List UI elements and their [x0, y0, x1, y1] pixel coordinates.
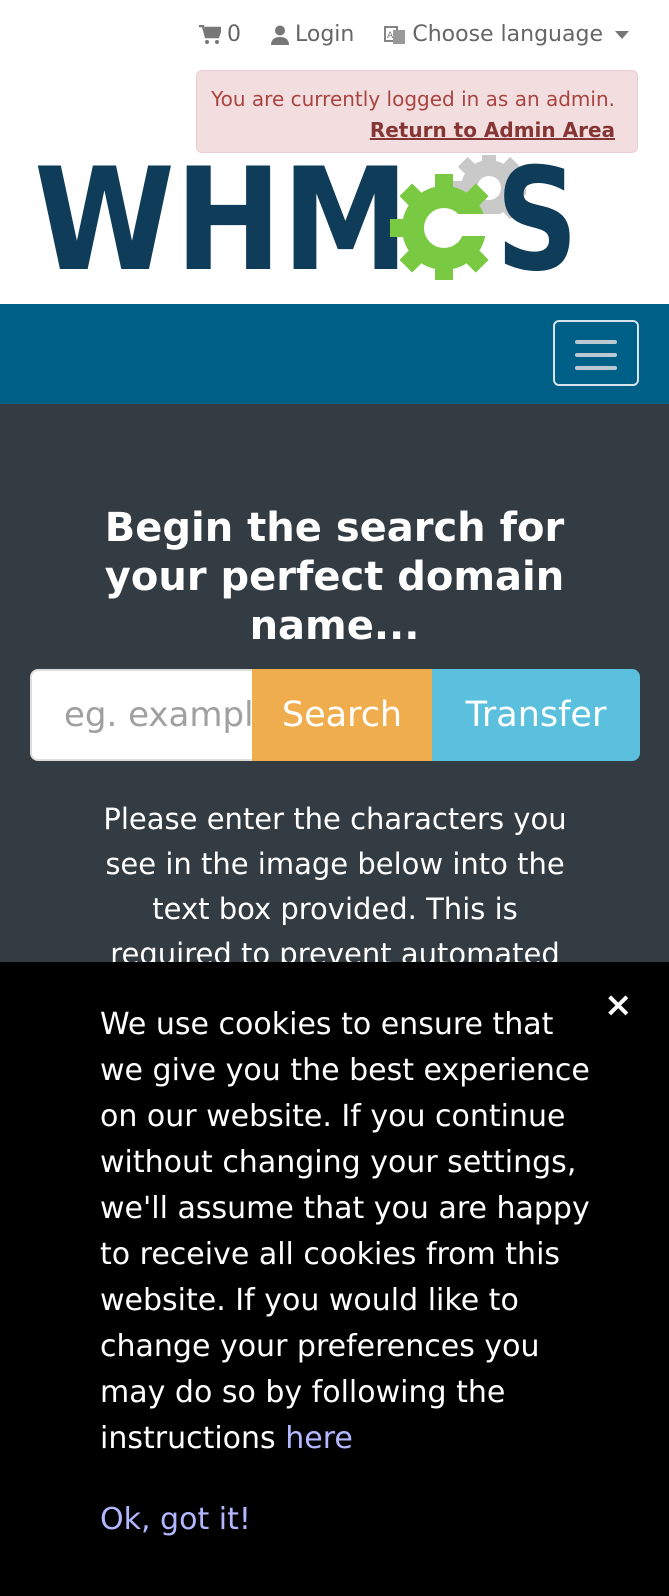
cookie-message: We use cookies to ensure that we give yo… — [100, 1002, 590, 1462]
menu-toggle-button[interactable] — [553, 320, 639, 386]
hamburger-icon — [575, 366, 617, 370]
domain-search-input[interactable] — [30, 669, 252, 761]
user-icon — [270, 25, 289, 45]
domain-search-bar: Search Transfer — [30, 669, 640, 761]
heading-line: name... — [249, 603, 420, 649]
transfer-button[interactable]: Transfer — [432, 669, 640, 761]
heading-line: Begin the search for — [104, 505, 565, 551]
captcha-instructions: Please enter the characters you see in t… — [103, 802, 567, 971]
cookie-instructions-link[interactable]: here — [285, 1421, 353, 1456]
cart-icon — [198, 24, 221, 44]
language-chooser[interactable]: A Choose language — [384, 22, 629, 47]
top-bar: 0 Login A Choose language — [198, 22, 629, 47]
svg-text:WHM: WHM — [34, 155, 409, 280]
cart-link[interactable]: 0 — [198, 22, 241, 47]
admin-alert-message: You are currently logged in as an admin. — [211, 87, 615, 111]
whmcs-logo[interactable]: WHM S — [34, 155, 579, 280]
hamburger-icon — [575, 353, 617, 357]
svg-text:A: A — [387, 31, 394, 41]
login-label: Login — [294, 22, 355, 47]
chevron-down-icon — [615, 30, 629, 39]
admin-alert: You are currently logged in as an admin.… — [196, 70, 638, 153]
language-label: Choose language — [412, 22, 603, 47]
hamburger-icon — [575, 340, 617, 344]
page-heading: Begin the search for your perfect domain… — [0, 504, 669, 651]
return-to-admin-link[interactable]: Return to Admin Area — [370, 118, 615, 142]
search-button[interactable]: Search — [252, 669, 432, 761]
language-icon: A — [384, 25, 406, 44]
login-link[interactable]: Login — [270, 22, 355, 47]
cookie-accept-button[interactable]: Ok, got it! — [100, 1502, 251, 1537]
close-icon[interactable]: × — [604, 988, 633, 1022]
svg-text:S: S — [496, 155, 578, 280]
cookie-banner: × We use cookies to ensure that we give … — [0, 962, 669, 1596]
domain-search-section: Begin the search for your perfect domain… — [0, 404, 669, 971]
cookie-message-text: We use cookies to ensure that we give yo… — [100, 1007, 590, 1456]
heading-line: your perfect domain — [104, 554, 565, 600]
cart-count: 0 — [226, 22, 241, 47]
navbar — [0, 304, 669, 404]
